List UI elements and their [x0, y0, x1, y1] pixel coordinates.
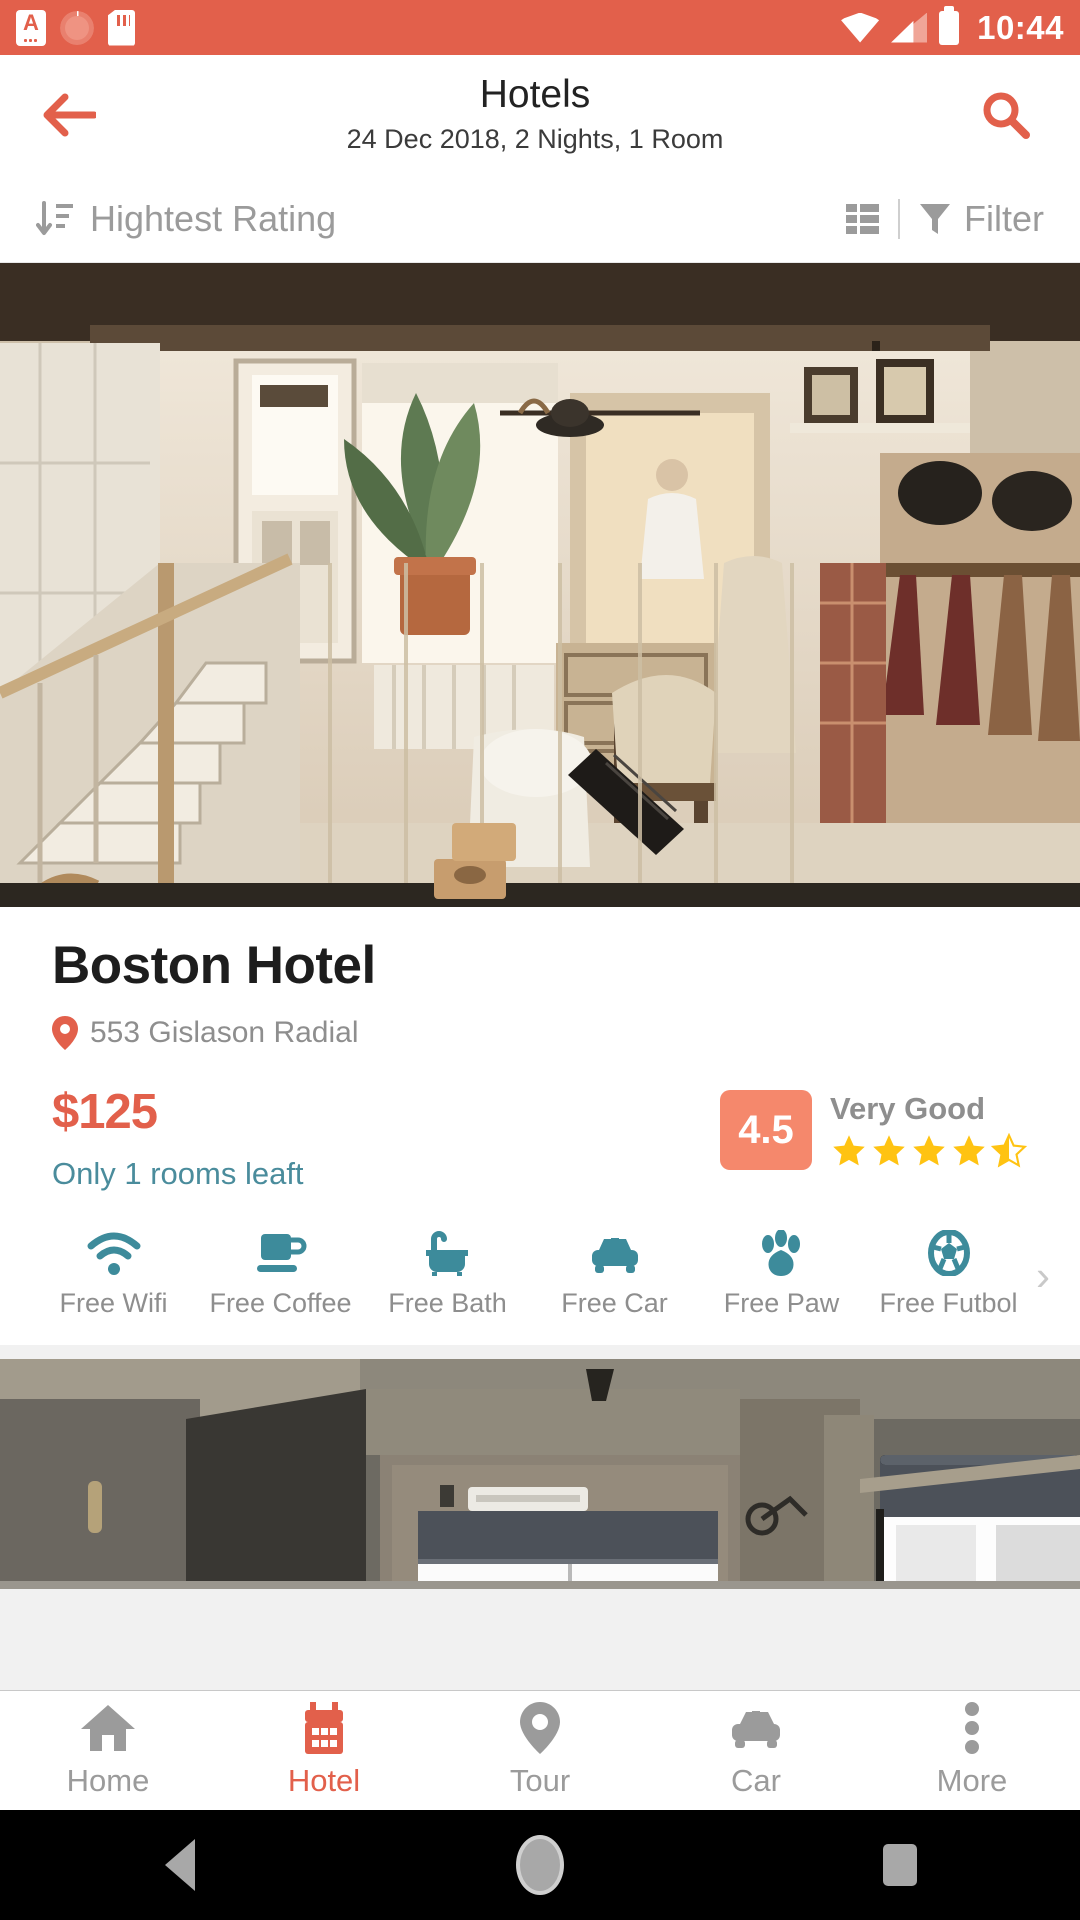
- search-icon: [983, 92, 1030, 139]
- android-navigation-bar: [0, 1810, 1080, 1920]
- rating-word: Very Good: [830, 1091, 986, 1126]
- status-bar: A 10:44: [0, 0, 1080, 55]
- nav-label: Tour: [509, 1762, 571, 1798]
- sort-descending-icon: [36, 200, 73, 235]
- rating-score-badge: 4.5: [720, 1090, 812, 1170]
- more-dots-icon: [964, 1701, 980, 1754]
- wifi-icon: [87, 1232, 141, 1276]
- back-button[interactable]: [34, 80, 104, 150]
- app-bar-titles: Hotels 24 Dec 2018, 2 Nights, 1 Room: [104, 73, 966, 155]
- car-icon: [587, 1232, 643, 1276]
- star-filled-icon: [833, 1135, 865, 1166]
- app-bar: Hotels 24 Dec 2018, 2 Nights, 1 Room: [0, 55, 1080, 175]
- status-bar-right-icons: 10:44: [841, 9, 1064, 47]
- amenity-free-paw[interactable]: Free Paw: [698, 1230, 865, 1319]
- nav-label: Home: [66, 1762, 150, 1798]
- rooms-left-text: Only 1 rooms leaft: [52, 1156, 304, 1191]
- hotel-photo: [0, 263, 1080, 907]
- nav-label: More: [936, 1762, 1008, 1798]
- search-button[interactable]: [966, 80, 1046, 150]
- filter-label: Filter: [964, 197, 1044, 239]
- chevron-right-icon[interactable]: ›: [1032, 1252, 1050, 1300]
- star-filled-icon: [873, 1135, 905, 1166]
- football-icon: [925, 1230, 973, 1276]
- status-bar-left-icons: A: [16, 9, 135, 46]
- hotel-photo: [0, 1359, 1080, 1589]
- bottom-navigation: Home Hotel Tour Car More: [0, 1690, 1080, 1810]
- list-view-icon[interactable]: [846, 203, 880, 234]
- wifi-icon: [841, 12, 880, 43]
- status-bar-clock: 10:44: [977, 8, 1064, 46]
- amenity-label: Free Wifi: [59, 1288, 168, 1318]
- nav-item-hotel[interactable]: Hotel: [216, 1701, 432, 1799]
- building-icon: [301, 1701, 347, 1754]
- amenity-free-futbol[interactable]: Free Futbol: [865, 1230, 1032, 1319]
- funnel-icon: [920, 203, 950, 234]
- sort-label: Hightest Rating: [90, 197, 337, 239]
- cellular-signal-icon: [891, 12, 928, 43]
- map-pin-icon: [52, 1016, 78, 1050]
- star-filled-icon: [913, 1135, 945, 1166]
- page-title: Hotels: [479, 73, 591, 117]
- amenity-free-coffee[interactable]: Free Coffee: [197, 1232, 364, 1319]
- map-pin-icon: [520, 1701, 560, 1754]
- android-back-icon: [165, 1839, 195, 1891]
- amenity-label: Free Coffee: [209, 1288, 352, 1318]
- amenity-free-bath[interactable]: Free Bath: [364, 1231, 531, 1319]
- hotel-card[interactable]: [0, 1359, 1080, 1589]
- amenities-row[interactable]: Free Wifi Free Coffee Free Bath Free Car…: [0, 1210, 1080, 1345]
- hotel-list[interactable]: Boston Hotel 553 Gislason Radial $125 On…: [0, 263, 1080, 1750]
- rating-column: 4.5 Very Good: [720, 1084, 1028, 1170]
- star-filled-icon: [953, 1135, 985, 1166]
- star-rating: [830, 1133, 1028, 1169]
- toolbar-right-actions: Filter: [846, 198, 1044, 240]
- sort-button[interactable]: Hightest Rating: [36, 198, 336, 240]
- android-back-button[interactable]: [0, 1839, 360, 1891]
- battery-icon: [939, 10, 960, 45]
- nav-item-tour[interactable]: Tour: [432, 1701, 648, 1799]
- toolbar-divider: [898, 198, 900, 239]
- android-recents-button[interactable]: [720, 1844, 1080, 1886]
- bathtub-icon: [422, 1231, 474, 1276]
- amenity-free-wifi[interactable]: Free Wifi: [30, 1232, 197, 1319]
- coffee-icon: [255, 1232, 307, 1276]
- hotel-card[interactable]: Boston Hotel 553 Gislason Radial $125 On…: [0, 263, 1080, 1345]
- arrow-left-icon: [43, 93, 96, 137]
- android-recents-icon: [883, 1844, 917, 1886]
- sync-spinner-icon: [60, 10, 94, 45]
- page-subtitle: 24 Dec 2018, 2 Nights, 1 Room: [346, 123, 724, 154]
- amenity-label: Free Paw: [723, 1288, 840, 1318]
- car-icon: [727, 1703, 785, 1753]
- nav-item-more[interactable]: More: [864, 1701, 1080, 1799]
- app-screen: A 10:44 Hotels 24 Dec 2018, 2 Nights, 1 …: [0, 0, 1080, 1920]
- sd-card-icon: [108, 9, 135, 46]
- amenity-label: Free Car: [561, 1288, 668, 1318]
- amenity-label: Free Futbol: [879, 1288, 1018, 1318]
- nav-label: Hotel: [287, 1762, 361, 1798]
- hotel-price: $125: [52, 1085, 158, 1139]
- hotel-address-row: 553 Gislason Radial: [52, 1016, 1028, 1050]
- nav-item-home[interactable]: Home: [0, 1703, 216, 1799]
- star-half-icon: [990, 1133, 1028, 1168]
- rating-meta: Very Good: [830, 1091, 1028, 1169]
- paw-icon: [755, 1230, 809, 1276]
- nav-label: Car: [731, 1762, 781, 1798]
- amenity-free-car[interactable]: Free Car: [531, 1232, 698, 1319]
- android-home-button[interactable]: [360, 1835, 720, 1895]
- sort-filter-toolbar: Hightest Rating Filter: [0, 175, 1080, 263]
- hotel-card-body: Boston Hotel 553 Gislason Radial $125 On…: [0, 907, 1080, 1210]
- price-column: $125 Only 1 rooms leaft: [52, 1084, 720, 1192]
- nav-item-car[interactable]: Car: [648, 1703, 864, 1799]
- home-icon: [79, 1703, 137, 1753]
- amenity-label: Free Bath: [388, 1288, 507, 1318]
- filter-button[interactable]: Filter: [918, 198, 1044, 240]
- hotel-address: 553 Gislason Radial: [90, 1016, 359, 1049]
- android-home-icon: [516, 1835, 564, 1895]
- hotel-name: Boston Hotel: [52, 936, 376, 995]
- app-notification-icon: A: [16, 9, 46, 46]
- price-rating-row: $125 Only 1 rooms leaft 4.5 Very Good: [52, 1084, 1028, 1192]
